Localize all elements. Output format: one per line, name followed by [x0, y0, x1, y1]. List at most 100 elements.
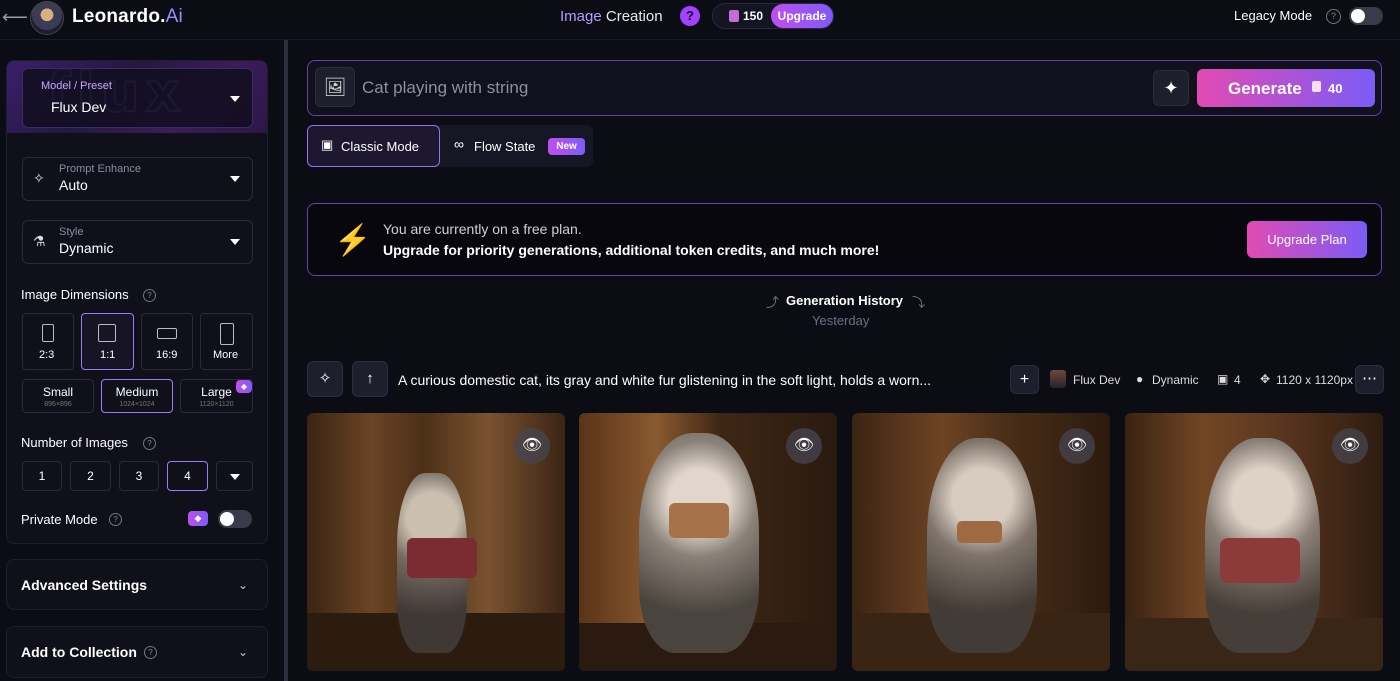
drop-icon: ●	[1136, 372, 1144, 386]
cat-figure	[639, 433, 759, 653]
wand-icon: ✧	[318, 370, 332, 387]
eye-icon[interactable]: 👁	[786, 428, 822, 464]
ratio-label: 1:1	[100, 349, 116, 361]
avatar[interactable]	[30, 1, 64, 35]
more-shape-icon	[220, 323, 234, 345]
generated-image-2[interactable]: 👁	[579, 413, 837, 671]
legacy-mode-label: Legacy Mode	[1234, 8, 1313, 23]
generation-prompt: A curious domestic cat, its gray and whi…	[398, 372, 932, 388]
plus-button[interactable]: +	[1010, 365, 1039, 394]
upgrade-plan-button[interactable]: Upgrade Plan	[1247, 221, 1367, 258]
meta-size: 1120 x 1120px	[1276, 373, 1353, 387]
ratio-more[interactable]: More	[200, 313, 253, 370]
plus-icon: +	[1019, 371, 1030, 388]
num-images-label: Number of Images	[21, 435, 128, 450]
history-right-icon: ⤵	[912, 295, 926, 310]
square-shape-icon	[98, 324, 116, 342]
legacy-help-icon[interactable]: ?	[1326, 9, 1341, 24]
eye-icon[interactable]: 👁	[1332, 428, 1368, 464]
model-label: Model / Preset	[41, 80, 112, 92]
ratio-2-3[interactable]: 2:3	[22, 313, 74, 370]
more-options-button[interactable]: ⋯	[1355, 365, 1384, 394]
size-small[interactable]: Small 896×896	[22, 379, 94, 413]
sparkle-icon: ✦	[1163, 78, 1179, 98]
toggle-knob	[1351, 9, 1365, 23]
token-icon	[729, 10, 739, 22]
reuse-prompt-button[interactable]: ↑	[352, 361, 388, 397]
style-label: Style	[59, 226, 84, 238]
image-icon: 🖼	[323, 77, 347, 97]
meta-model: Flux Dev	[1073, 373, 1121, 387]
image-guidance-button[interactable]: 🖼	[315, 67, 355, 107]
generated-image-4[interactable]: 👁	[1125, 413, 1383, 671]
prompt-enhance-button[interactable]: ✦	[1153, 70, 1189, 106]
num-images-3[interactable]: 3	[119, 461, 159, 491]
help-icon[interactable]: ?	[143, 437, 156, 450]
num-images-4[interactable]: 4	[167, 461, 208, 491]
page-title: Image Creation	[560, 8, 663, 25]
size-label: Small	[42, 385, 73, 399]
advanced-settings-label: Advanced Settings	[21, 577, 148, 593]
size-sub: 1024×1024	[119, 401, 155, 408]
ratio-16-9[interactable]: 16:9	[141, 313, 193, 370]
chevron-down-icon: ⌄	[238, 645, 249, 659]
help-icon[interactable]: ?	[109, 513, 122, 526]
prompt-input[interactable]: Cat playing with string	[362, 78, 528, 98]
generated-image-1[interactable]: 👁	[307, 413, 565, 671]
brand-logo[interactable]: Leonardo.Ai	[72, 6, 183, 28]
chevron-down-icon	[230, 239, 240, 245]
private-mode-toggle[interactable]	[218, 510, 252, 528]
promo-line-1: You are currently on a free plan.	[383, 221, 582, 237]
num-images-more[interactable]	[216, 461, 253, 491]
help-icon[interactable]: ?	[144, 646, 157, 659]
spool	[1220, 538, 1300, 583]
bolt-icon: ⚡	[334, 224, 372, 257]
ratio-1-1[interactable]: 1:1	[81, 313, 134, 370]
upgrade-button[interactable]: Upgrade	[771, 4, 833, 28]
dimensions-icon: ✥	[1260, 372, 1271, 386]
size-label: Medium	[115, 385, 159, 399]
generated-image-3[interactable]: 👁	[852, 413, 1110, 671]
page-title-b: Creation	[605, 8, 663, 25]
toggle-knob	[220, 512, 234, 526]
remix-button[interactable]: ✧	[307, 361, 343, 397]
cat-figure	[927, 438, 1037, 653]
size-sub: 1120×1120	[199, 401, 234, 408]
model-select[interactable]	[22, 68, 253, 128]
eye-icon[interactable]: 👁	[1059, 428, 1095, 464]
meta-style: Dynamic	[1152, 373, 1199, 387]
landscape-shape-icon	[157, 328, 177, 339]
num-images-1[interactable]: 1	[22, 461, 62, 491]
sparkle-icon: ✧	[33, 170, 45, 186]
add-to-collection-label: Add to Collection	[21, 644, 137, 660]
top-bar	[0, 0, 1400, 40]
token-count: 150	[743, 9, 764, 23]
history-subtitle: Yesterday	[812, 313, 870, 328]
back-arrow-icon[interactable]: ⟵	[2, 6, 28, 28]
prompt-enhance-value: Auto	[59, 177, 88, 193]
generate-cost: 40	[1328, 81, 1343, 96]
ratio-label: 2:3	[39, 349, 55, 361]
chevron-down-icon	[229, 474, 240, 480]
eye-icon[interactable]: 👁	[514, 428, 550, 464]
spool	[669, 503, 729, 538]
history-left-icon: ⤴	[766, 295, 780, 310]
brand-name: Leonardo.	[72, 6, 166, 27]
flow-state-tab[interactable]: Flow State	[474, 139, 535, 154]
legacy-mode-toggle[interactable]	[1349, 7, 1383, 25]
help-icon[interactable]: ?	[143, 289, 156, 302]
help-button[interactable]: ?	[680, 6, 700, 26]
style-select[interactable]	[22, 220, 253, 264]
sidebar-scrollbar[interactable]	[284, 40, 288, 681]
promo-line-2: Upgrade for priority generations, additi…	[383, 242, 880, 258]
upgrade-banner	[307, 203, 1382, 276]
new-badge: New	[548, 138, 585, 155]
image-icon: ▣	[321, 137, 334, 152]
classic-mode-label: Classic Mode	[341, 139, 420, 154]
size-medium[interactable]: Medium 1024×1024	[101, 379, 173, 413]
generate-label: Generate	[1228, 79, 1302, 98]
history-title: Generation History	[786, 293, 904, 308]
num-images-2[interactable]: 2	[70, 461, 111, 491]
gem-icon: ◆	[236, 380, 252, 393]
images-icon: ▣	[1217, 372, 1229, 386]
